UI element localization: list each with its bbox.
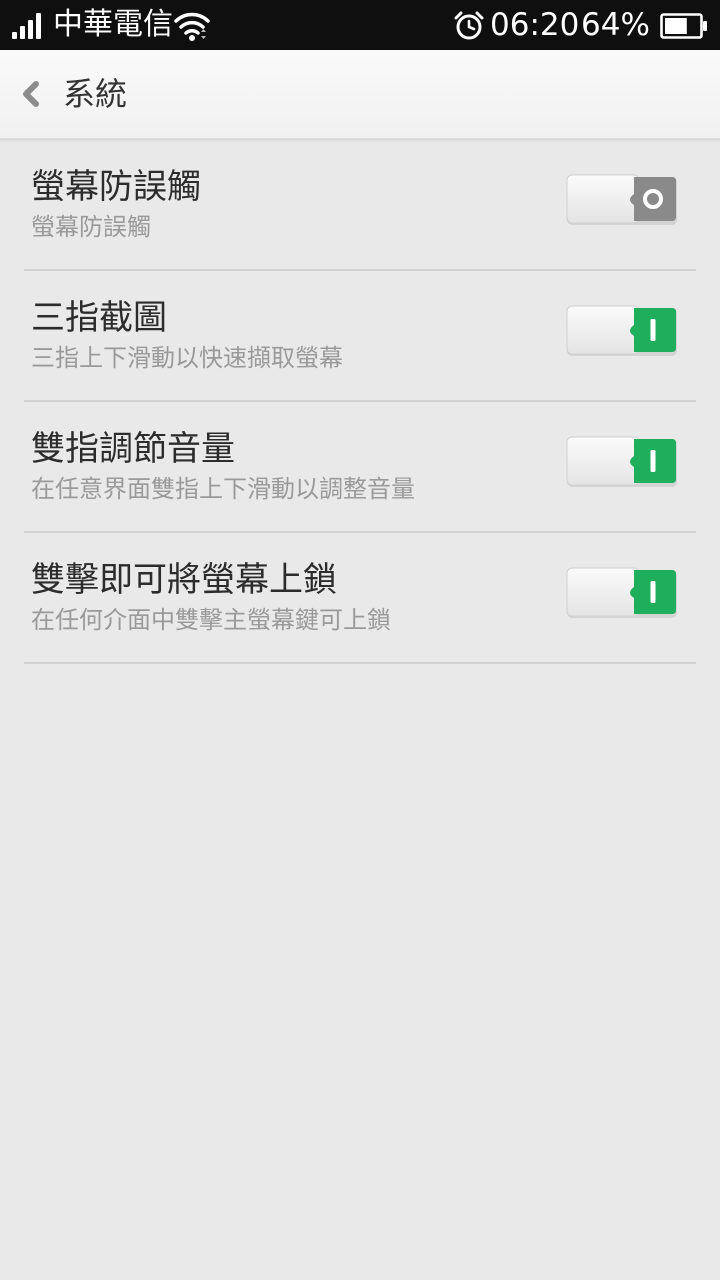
setting-row-two-finger-volume[interactable]: 雙指調節音量 在任意界面雙指上下滑動以調整音量 [24, 402, 696, 533]
toggle-off-graphic [566, 174, 677, 225]
battery-fill [665, 18, 687, 34]
page-title: 系統 [63, 75, 128, 113]
setting-title: 三指截圖 [31, 298, 167, 338]
toggle-switch[interactable] [566, 305, 678, 359]
wifi-icon [174, 12, 210, 41]
carrier-name: 中華電信 [53, 7, 173, 42]
settings-list: 螢幕防誤觸 螢幕防誤觸 三指截圖 三指上下滑動以快速擷取螢幕 雙指調節音量 在任… [24, 140, 696, 664]
setting-subtitle: 在任何介面中雙擊主螢幕鍵可上鎖 [31, 606, 391, 634]
toggle-on-graphic [566, 436, 677, 487]
toggle-on-graphic [566, 305, 677, 356]
signal-icon [12, 13, 41, 39]
setting-row-screen-mistouch[interactable]: 螢幕防誤觸 螢幕防誤觸 [24, 140, 696, 271]
setting-title: 雙擊即可將螢幕上鎖 [31, 560, 337, 600]
setting-subtitle: 螢幕防誤觸 [31, 213, 151, 241]
header-bar: 系統 [0, 50, 720, 140]
status-bar: 中華電信 06:20 64% [0, 0, 720, 50]
setting-subtitle: 在任意界面雙指上下滑動以調整音量 [31, 475, 415, 503]
setting-row-three-finger-screenshot[interactable]: 三指截圖 三指上下滑動以快速擷取螢幕 [24, 271, 696, 402]
toggle-on-graphic [566, 567, 677, 618]
battery-icon [660, 13, 707, 39]
alarm-icon [454, 11, 484, 40]
toggle-switch[interactable] [566, 436, 678, 490]
battery-percent: 64% [581, 7, 650, 43]
chevron-left-icon[interactable] [14, 74, 50, 114]
setting-row-double-tap-lock[interactable]: 雙擊即可將螢幕上鎖 在任何介面中雙擊主螢幕鍵可上鎖 [24, 533, 696, 664]
setting-title: 螢幕防誤觸 [31, 167, 201, 207]
clock-time: 06:20 [490, 7, 580, 43]
setting-title: 雙指調節音量 [31, 429, 235, 469]
toggle-switch[interactable] [566, 174, 678, 228]
toggle-switch[interactable] [566, 567, 678, 621]
setting-subtitle: 三指上下滑動以快速擷取螢幕 [31, 344, 343, 372]
